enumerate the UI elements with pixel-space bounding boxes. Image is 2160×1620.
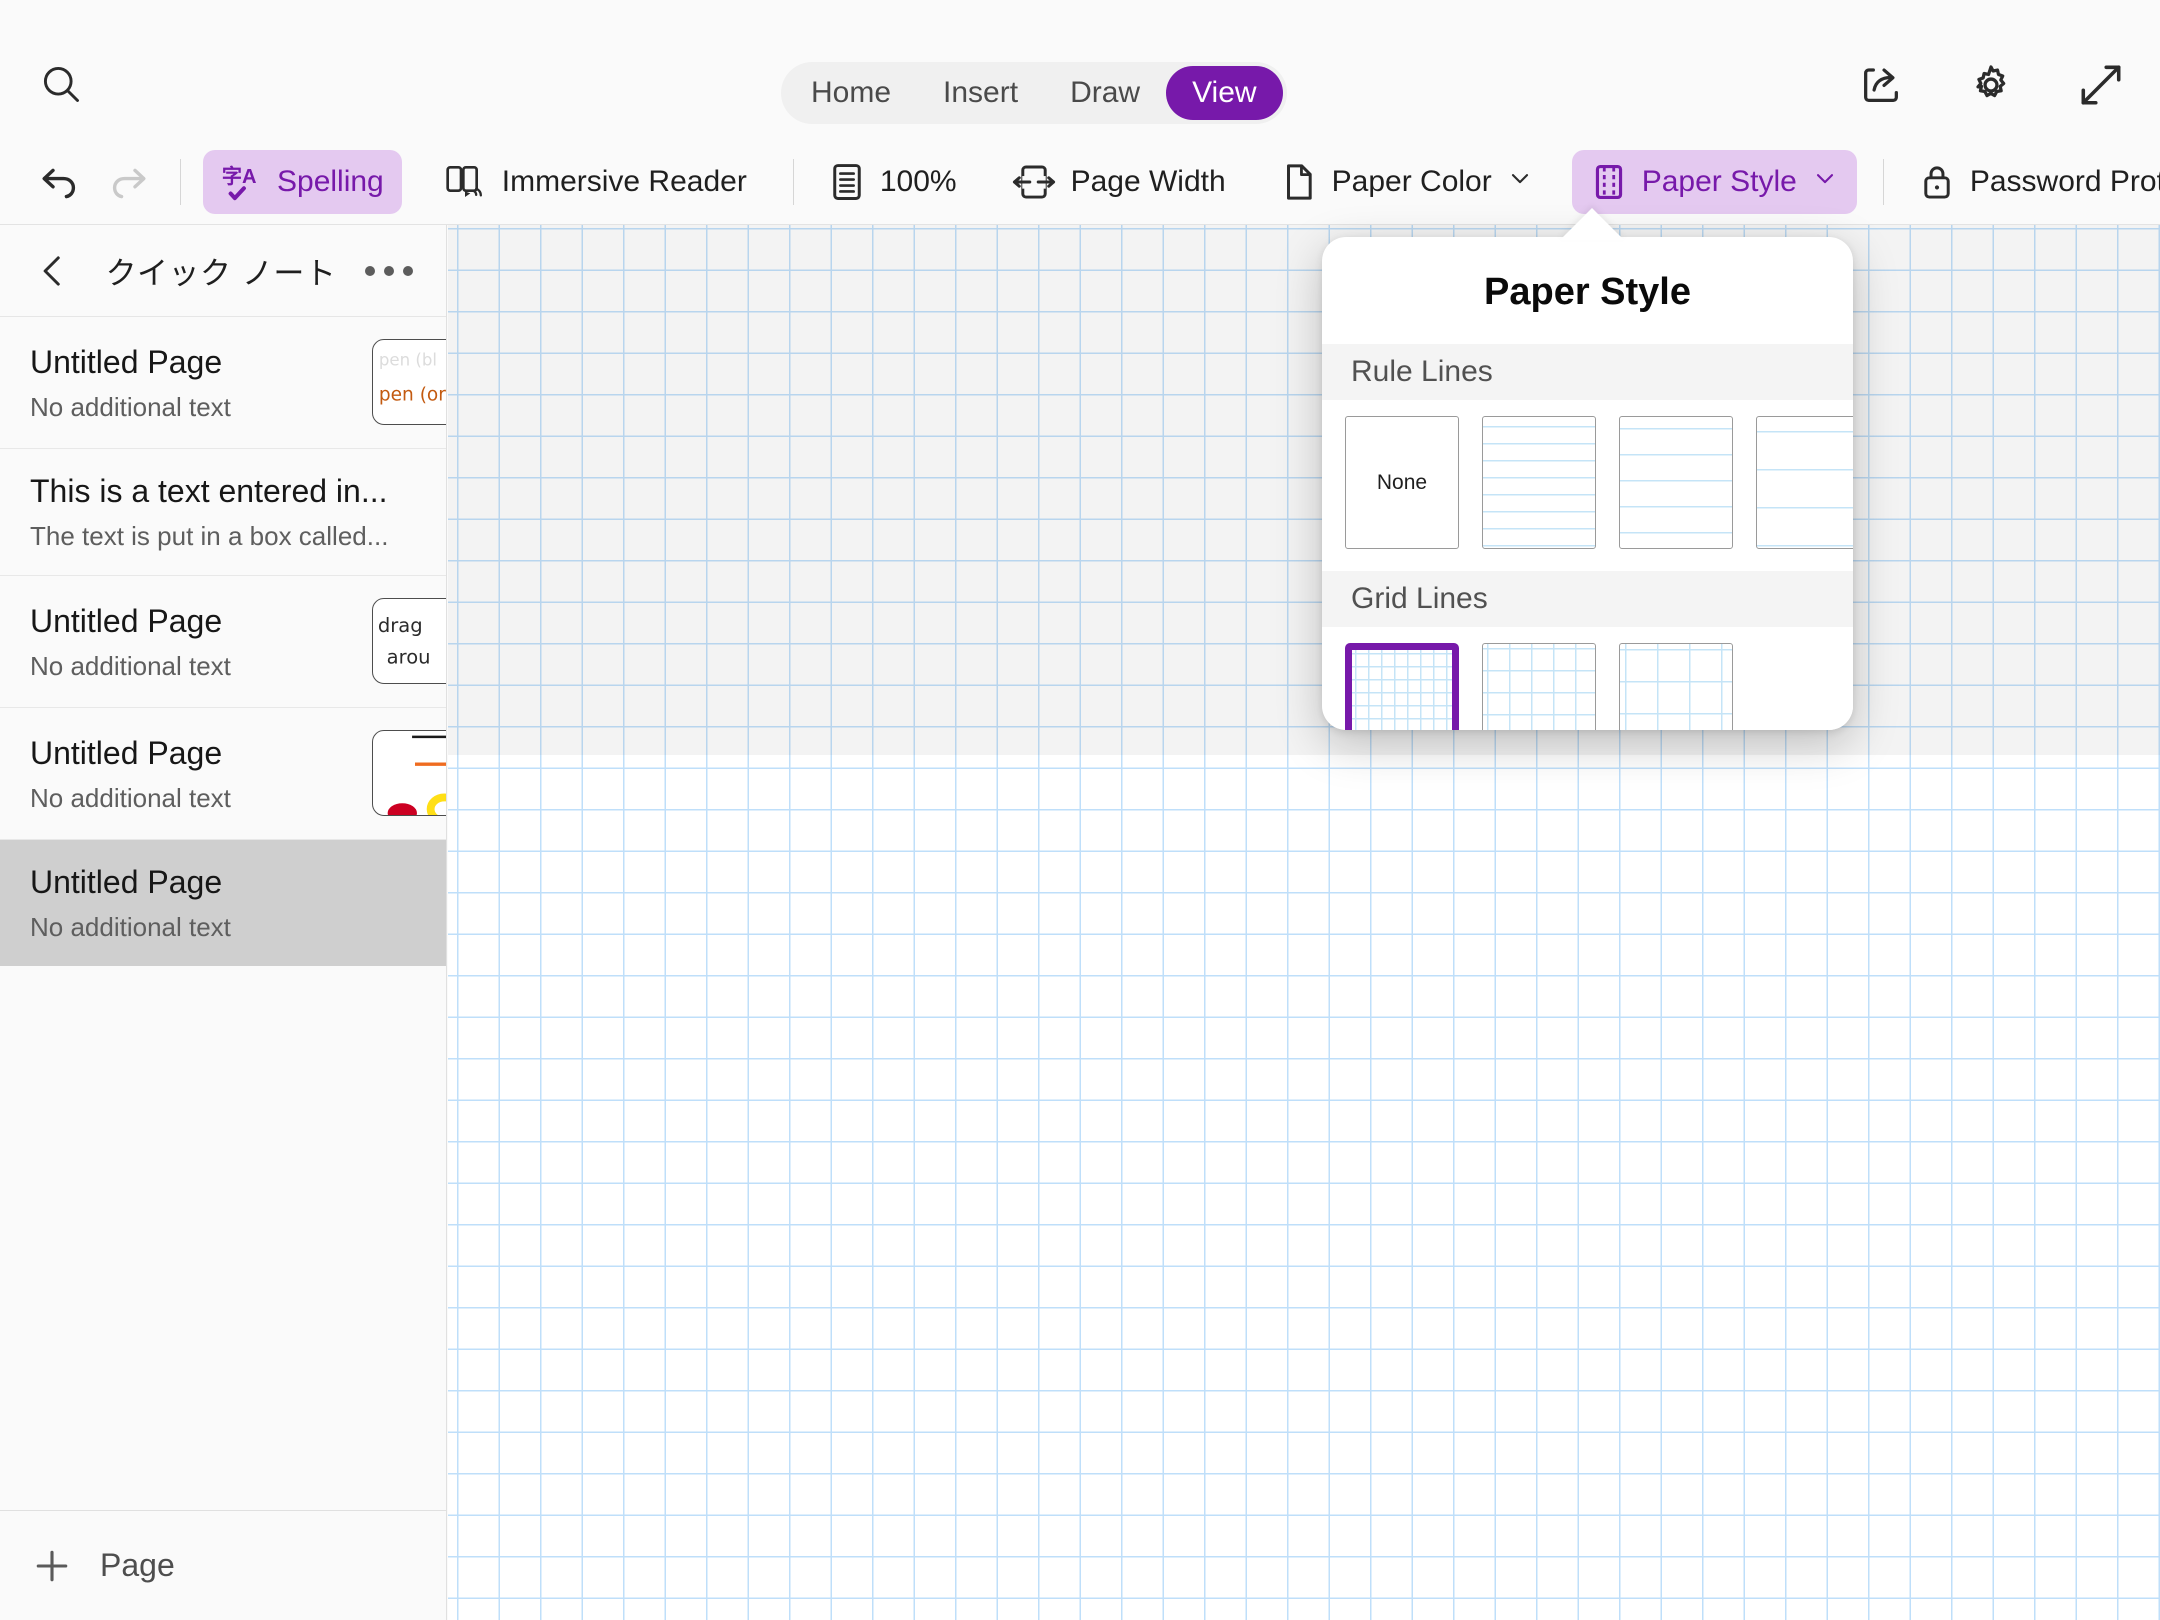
password-protection-button[interactable]: Password Protection	[1900, 150, 2160, 214]
page-thumbnail	[372, 730, 446, 816]
paper-option-college-ruled[interactable]	[1619, 416, 1733, 549]
redo-icon[interactable]	[94, 150, 164, 214]
rule-lines-option-row: None	[1322, 400, 1853, 549]
immersive-reader-button[interactable]: Immersive Reader	[426, 150, 765, 214]
search-icon[interactable]	[22, 48, 100, 120]
list-item[interactable]: Untitled Page No additional text	[0, 840, 446, 966]
grid-lines-section-header: Grid Lines	[1322, 571, 1853, 627]
svg-text:drag: drag	[378, 614, 423, 637]
tab-insert[interactable]: Insert	[917, 66, 1044, 120]
page-title: Untitled Page	[30, 864, 223, 900]
share-icon[interactable]	[1854, 58, 1908, 112]
zoom-level-button[interactable]: 100%	[810, 150, 975, 214]
view-ribbon-toolbar: 字 A Spelling Immersive Reader 100% Page …	[0, 140, 2160, 225]
onenote-app-window: Home Insert Draw View 字 A Spelling Immer…	[0, 0, 2160, 1620]
page-item-text: Untitled Page No additional text	[30, 342, 231, 423]
page-subtitle: No additional text	[30, 912, 231, 942]
zoom-level-icon	[828, 161, 866, 203]
page-thumbnail: drag arou	[372, 598, 446, 684]
grid-lines-option-row	[1322, 627, 1853, 730]
notebook-title: クイック ノート	[105, 256, 337, 292]
list-item[interactable]: Untitled Page No additional text pen (bl…	[0, 317, 446, 448]
zoom-level-label: 100%	[879, 165, 957, 198]
settings-gear-icon[interactable]	[1964, 58, 2018, 112]
spelling-label: Spelling	[277, 165, 384, 198]
svg-text:A: A	[242, 166, 257, 188]
immersive-reader-icon	[444, 162, 488, 202]
spelling-icon: 字 A	[221, 161, 263, 203]
svg-text:arou: arou	[387, 645, 431, 668]
note-canvas[interactable]	[448, 225, 2160, 1620]
none-label: None	[1376, 470, 1428, 494]
page-subtitle: No additional text	[30, 391, 231, 422]
page-title: Untitled Page	[30, 343, 223, 380]
ribbon-tab-group: Home Insert Draw View	[781, 62, 1287, 124]
paper-style-icon	[1590, 161, 1628, 203]
page-item-text: This is a text entered in... The text is…	[30, 471, 388, 552]
paper-option-small-grid[interactable]	[1345, 643, 1459, 730]
paper-option-wide-ruled[interactable]	[1756, 416, 1853, 549]
page-width-button[interactable]: Page Width	[993, 150, 1244, 214]
tab-draw[interactable]: Draw	[1044, 66, 1166, 120]
paper-style-label: Paper Style	[1641, 165, 1797, 198]
chevron-down-icon	[1811, 164, 1839, 200]
page-width-icon	[1011, 161, 1057, 203]
tab-home[interactable]: Home	[785, 66, 917, 120]
top-bar: Home Insert Draw View	[0, 0, 2160, 140]
immersive-reader-label: Immersive Reader	[501, 165, 747, 198]
page-title: Untitled Page	[30, 602, 223, 639]
list-item[interactable]: This is a text entered in... The text is…	[0, 449, 446, 575]
chevron-down-icon	[1506, 164, 1534, 200]
spelling-button[interactable]: 字 A Spelling	[203, 150, 402, 214]
top-right-icon-group	[1854, 58, 2128, 112]
paper-style-button[interactable]: Paper Style	[1571, 150, 1857, 214]
add-page-label: Page	[100, 1547, 175, 1583]
undo-icon[interactable]	[24, 150, 94, 214]
tab-view[interactable]: View	[1166, 66, 1283, 120]
page-subtitle: No additional text	[30, 782, 231, 813]
page-width-label: Page Width	[1070, 165, 1226, 198]
list-item[interactable]: Untitled Page No additional text	[0, 708, 446, 839]
paper-option-none[interactable]: None	[1345, 416, 1459, 549]
more-options-icon[interactable]	[350, 232, 428, 310]
ribbon-divider	[180, 159, 181, 205]
page-list-sidebar: クイック ノート Untitled Page No additional tex…	[0, 225, 447, 1620]
sidebar-header: クイック ノート	[0, 225, 446, 317]
page-title: This is a text entered in...	[30, 473, 388, 509]
lock-icon	[1918, 161, 1956, 203]
popover-scrim	[448, 225, 2160, 755]
chevron-left-icon[interactable]	[14, 232, 92, 310]
page-subtitle: The text is put in a box called...	[30, 521, 389, 551]
paper-color-button[interactable]: Paper Color	[1262, 150, 1552, 214]
add-page-button[interactable]: Page	[0, 1510, 446, 1620]
page-item-text: Untitled Page No additional text	[30, 733, 231, 814]
page-item-text: Untitled Page No additional text	[30, 862, 231, 943]
popover-title: Paper Style	[1484, 271, 1691, 313]
password-protection-label: Password Protection	[1969, 165, 2160, 198]
paper-option-narrow-ruled[interactable]	[1482, 416, 1596, 549]
page-item-text: Untitled Page No additional text	[30, 601, 231, 682]
paper-option-empty-slot	[1756, 643, 1853, 730]
paper-style-popover: Paper Style Rule Lines None Grid Lines	[1322, 237, 1853, 730]
paper-color-label: Paper Color	[1331, 165, 1492, 198]
list-item[interactable]: Untitled Page No additional text drag ar…	[0, 576, 446, 707]
expand-diagonal-icon[interactable]	[2074, 58, 2128, 112]
svg-text:字: 字	[222, 164, 242, 188]
ribbon-divider-3	[1882, 159, 1884, 205]
svg-text:pen (bl: pen (bl	[379, 350, 437, 369]
page-title: Untitled Page	[30, 734, 223, 771]
paper-option-large-grid[interactable]	[1619, 643, 1733, 730]
ribbon-divider-2	[792, 159, 794, 205]
page-list: Untitled Page No additional text pen (bl…	[0, 317, 446, 1510]
page-subtitle: No additional text	[30, 650, 231, 681]
paper-color-icon	[1280, 161, 1318, 203]
rule-lines-section-header: Rule Lines	[1322, 344, 1853, 400]
svg-text:pen (ora: pen (ora	[379, 385, 446, 406]
page-thumbnail: pen (bl pen (ora	[372, 339, 446, 425]
plus-icon	[30, 1544, 74, 1588]
popover-caret	[1560, 208, 1624, 240]
paper-option-medium-grid[interactable]	[1482, 643, 1596, 730]
